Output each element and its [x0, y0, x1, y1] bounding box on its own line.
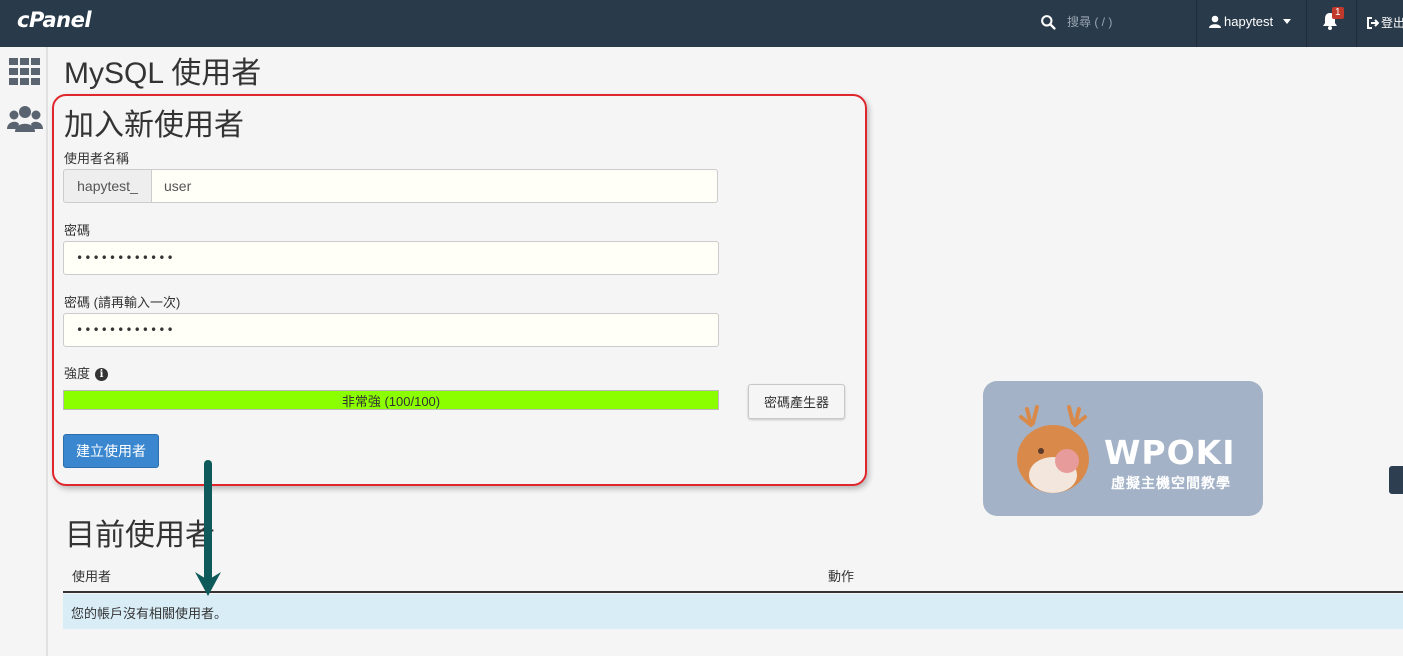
username-label: hapytest [1224, 14, 1274, 29]
password-strength-meter: 非常強 (100/100) [63, 390, 719, 410]
search-icon [1041, 14, 1056, 30]
chevron-down-icon [1283, 19, 1292, 24]
watermark-brand: WPOKI [1104, 433, 1236, 472]
top-navbar: cPanel hapytest 1 登出 [0, 0, 1403, 47]
username-field-group: hapytest_ [63, 169, 718, 203]
strength-text: 非常強 (100/100) [341, 393, 441, 409]
side-panel-toggle[interactable] [1389, 466, 1403, 494]
left-sidebar [0, 47, 48, 656]
create-user-button[interactable]: 建立使用者 [63, 434, 159, 468]
highlight-box [52, 94, 867, 486]
user-icon [1209, 15, 1221, 28]
navbar-divider [1306, 0, 1307, 47]
username-label: 使用者名稱 [64, 151, 130, 166]
strength-label-row: 強度 i [64, 363, 109, 382]
add-user-section-title: 加入新使用者 [64, 109, 244, 142]
wpoki-watermark: WPOKI 虛擬主機空間教學 [983, 381, 1263, 516]
notification-badge: 1 [1332, 7, 1344, 19]
password-input[interactable] [63, 241, 719, 275]
password-again-label: 密碼 (請再輸入一次) [64, 295, 181, 310]
logout-button[interactable]: 登出 [1367, 14, 1403, 31]
password-generator-button[interactable]: 密碼產生器 [748, 384, 845, 419]
users-table-header: 使用者 動作 [63, 556, 1403, 593]
sidebar-item-home[interactable] [9, 58, 40, 90]
annotation-arrow [195, 460, 221, 596]
logout-icon [1367, 16, 1379, 29]
password-label: 密碼 [64, 223, 91, 238]
cpanel-logo[interactable]: cPanel [17, 8, 92, 32]
empty-table-message: 您的帳戶沒有相關使用者。 [63, 594, 1403, 629]
sidebar-item-users[interactable] [7, 105, 43, 138]
username-prefix: hapytest_ [63, 169, 151, 203]
deer-logo-icon [1017, 405, 1089, 493]
logout-label: 登出 [1381, 16, 1403, 30]
user-menu[interactable]: hapytest [1209, 14, 1292, 29]
users-icon [7, 106, 43, 132]
page-title: MySQL 使用者 [64, 57, 262, 90]
search-input[interactable] [1067, 12, 1187, 32]
info-icon[interactable]: i [95, 368, 109, 381]
password-again-input[interactable] [63, 313, 719, 347]
navbar-divider [1356, 0, 1357, 47]
navbar-divider [1196, 0, 1197, 47]
column-header-actions: 動作 [828, 569, 855, 584]
strength-label: 強度 [64, 366, 91, 381]
column-header-user: 使用者 [72, 569, 112, 584]
search-box[interactable] [1040, 12, 1187, 32]
watermark-tagline: 虛擬主機空間教學 [1111, 475, 1231, 491]
username-input[interactable] [151, 169, 718, 203]
grid-icon [9, 58, 40, 85]
